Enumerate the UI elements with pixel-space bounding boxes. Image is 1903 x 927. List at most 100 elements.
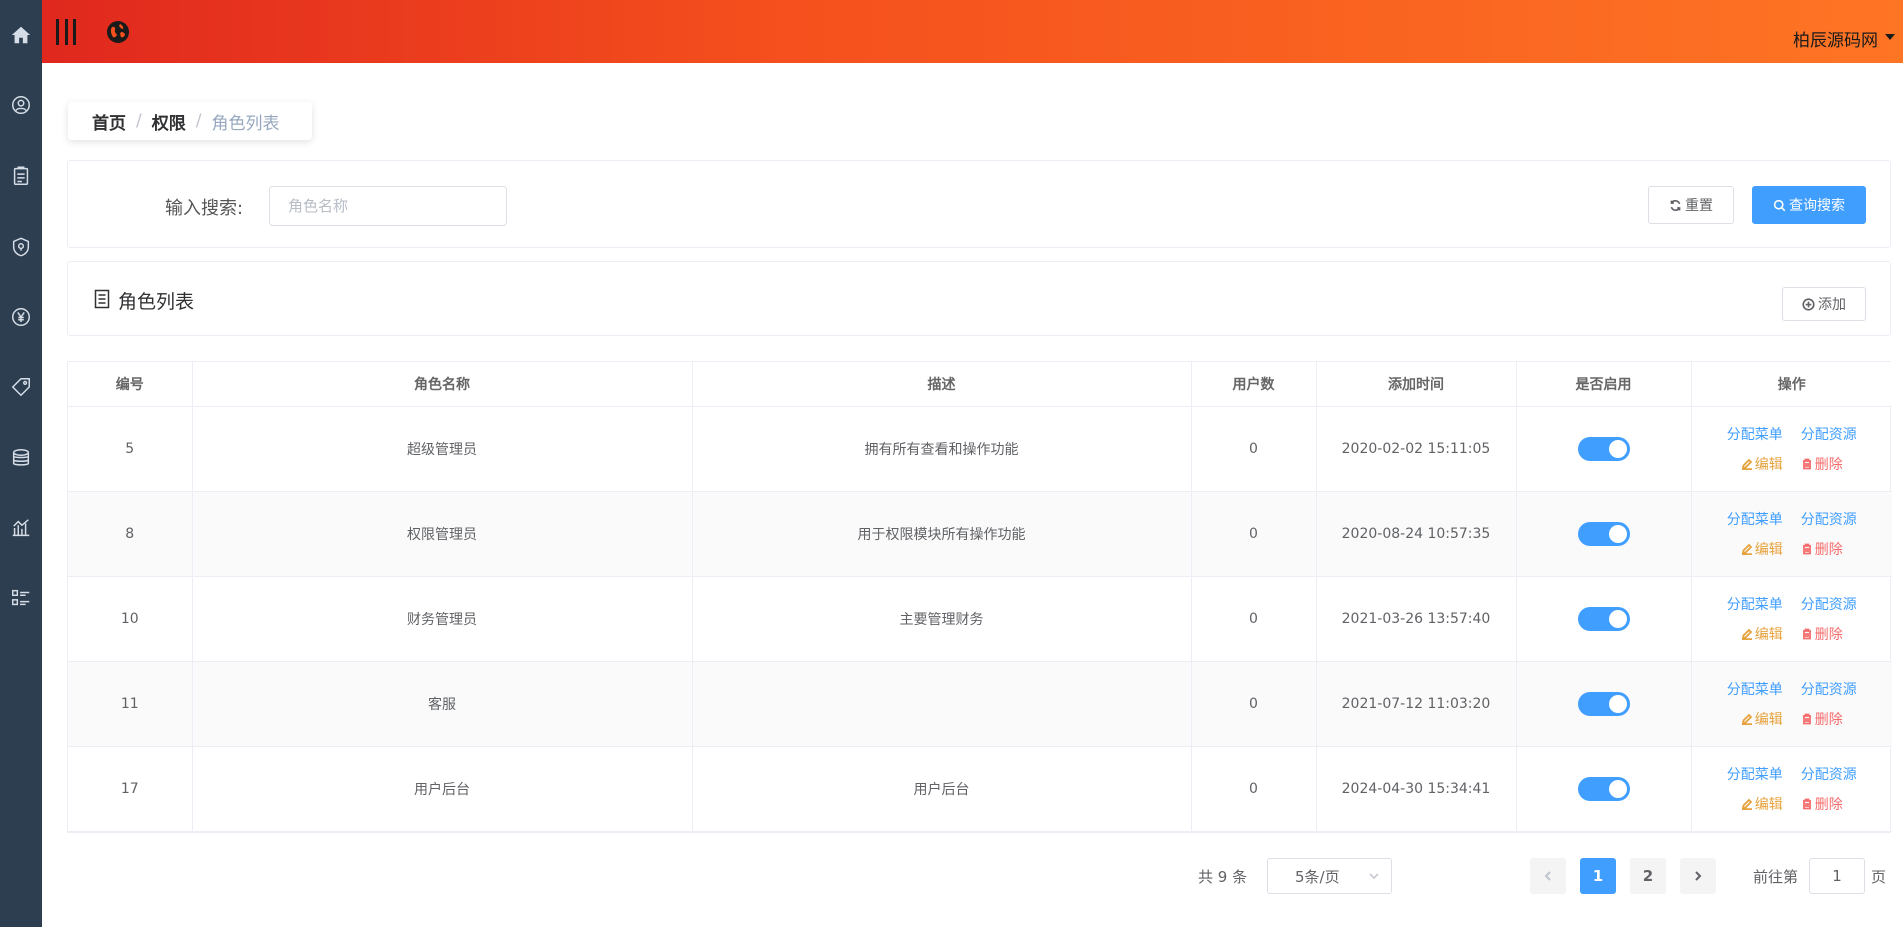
edit-link[interactable]: 编辑: [1741, 539, 1783, 559]
clipboard-icon[interactable]: [0, 161, 42, 191]
cell-description: 用户后台: [692, 746, 1192, 832]
table-row: 10 财务管理员 主要管理财务 0 2021-03-26 13:57:40 分配菜单 分配资…: [68, 576, 1892, 662]
assign-menu-link[interactable]: 分配菜单: [1727, 509, 1783, 529]
caret-down-icon[interactable]: [1885, 34, 1895, 40]
top-header: 柏辰源码网: [42, 0, 1903, 63]
enabled-switch[interactable]: [1577, 691, 1630, 716]
delete-icon: [1802, 543, 1811, 554]
delete-link[interactable]: 删除: [1801, 709, 1843, 729]
edit-icon: [1741, 713, 1753, 725]
yen-icon[interactable]: [0, 302, 42, 332]
add-button-label: 添加: [1818, 297, 1846, 313]
page-size-select[interactable]: 5条/页: [1267, 858, 1392, 894]
column-header: 角色名称: [192, 362, 693, 407]
delete-link[interactable]: 删除: [1801, 794, 1843, 814]
shield-icon[interactable]: [0, 232, 42, 262]
user-name[interactable]: 柏辰源码网: [1793, 26, 1878, 51]
switch-knob: [1608, 779, 1627, 798]
cell-enabled: [1516, 491, 1692, 577]
assign-resource-link[interactable]: 分配资源: [1801, 594, 1857, 614]
assign-resource-link[interactable]: 分配资源: [1801, 424, 1857, 444]
cell-created-time: 2021-07-12 11:03:20: [1316, 661, 1517, 747]
breadcrumb: 首页 / 权限 / 角色列表: [68, 102, 312, 140]
cell-actions: 分配菜单 分配资源 编辑 删除: [1691, 491, 1892, 577]
delete-label: 删除: [1814, 711, 1843, 728]
goto-suffix: 页: [1871, 868, 1887, 886]
assign-resource-link[interactable]: 分配资源: [1801, 509, 1857, 529]
delete-link[interactable]: 删除: [1801, 624, 1843, 644]
search-button[interactable]: 查询搜索: [1752, 186, 1866, 224]
breadcrumb-section[interactable]: 权限: [152, 109, 186, 134]
goto-page-input[interactable]: [1809, 858, 1865, 894]
edit-icon: [1741, 798, 1753, 810]
delete-link[interactable]: 删除: [1801, 454, 1843, 474]
refresh-icon: [1670, 199, 1681, 211]
breadcrumb-separator: /: [195, 111, 202, 131]
delete-icon: [1802, 628, 1811, 639]
prev-page-button[interactable]: [1530, 858, 1566, 894]
cell-id: 17: [68, 746, 193, 832]
edit-link[interactable]: 编辑: [1741, 624, 1783, 644]
user-circle-icon[interactable]: [0, 90, 42, 120]
add-button[interactable]: 添加: [1782, 287, 1866, 321]
search-label: 输入搜索:: [165, 198, 244, 219]
assign-resource-link[interactable]: 分配资源: [1801, 764, 1857, 784]
enabled-switch[interactable]: [1577, 776, 1630, 801]
cell-actions: 分配菜单 分配资源编辑 删除: [1691, 661, 1892, 747]
cell-description: 拥有所有查看和操作功能: [692, 406, 1192, 492]
assign-menu-link[interactable]: 分配菜单: [1727, 594, 1783, 614]
list-title: 角色列表: [118, 291, 195, 313]
chevron-right-icon: [1695, 871, 1702, 881]
assign-menu-link[interactable]: 分配菜单: [1727, 424, 1783, 444]
assign-resource-link[interactable]: 分配资源: [1801, 679, 1857, 699]
home-icon[interactable]: [0, 20, 42, 50]
cell-enabled: [1516, 576, 1692, 662]
database-icon[interactable]: [0, 443, 42, 473]
cell-role-name: 用户后台: [192, 746, 693, 832]
edit-link[interactable]: 编辑: [1741, 794, 1783, 814]
cell-description: 主要管理财务: [692, 576, 1192, 662]
delete-label: 删除: [1814, 541, 1843, 558]
tag-icon[interactable]: [0, 372, 42, 402]
cell-role-name: 权限管理员: [192, 491, 693, 577]
goto-label: 前往第: [1753, 868, 1799, 886]
list-icon[interactable]: [0, 583, 42, 613]
assign-menu-link[interactable]: 分配菜单: [1727, 679, 1783, 699]
next-page-button[interactable]: [1680, 858, 1716, 894]
cell-id: 5: [68, 406, 193, 492]
delete-link[interactable]: 删除: [1801, 539, 1843, 559]
column-header: 添加时间: [1316, 362, 1517, 407]
plus-circle-icon: [1802, 297, 1815, 311]
sidebar: [0, 0, 42, 927]
search-input[interactable]: [269, 186, 507, 226]
cell-actions: 分配菜单 分配资源编辑 删除: [1691, 406, 1892, 492]
edit-link[interactable]: 编辑: [1741, 709, 1783, 729]
cell-user-count: 0: [1191, 576, 1317, 662]
cell-created-time: 2020-08-24 10:57:35: [1316, 491, 1517, 577]
edit-label: 编辑: [1754, 711, 1783, 728]
page-button-1[interactable]: 1: [1580, 858, 1616, 894]
enabled-switch[interactable]: [1577, 606, 1630, 631]
edit-link[interactable]: 编辑: [1741, 454, 1783, 474]
chart-icon[interactable]: [0, 513, 42, 543]
delete-label: 删除: [1814, 626, 1843, 643]
delete-label: 删除: [1814, 456, 1843, 473]
breadcrumb-home[interactable]: 首页: [92, 109, 126, 134]
globe-icon[interactable]: [104, 18, 132, 46]
assign-menu-link[interactable]: 分配菜单: [1727, 764, 1783, 784]
reset-button[interactable]: 重置: [1648, 186, 1734, 224]
edit-label: 编辑: [1754, 456, 1783, 473]
menu-toggle-icon[interactable]: [56, 19, 76, 45]
cell-enabled: [1516, 661, 1692, 747]
role-table: 编号 角色名称 描述 用户数 添加时间 是否启用 操作 5 超级管理员 拥有所有查看…: [67, 361, 1892, 833]
edit-label: 编辑: [1754, 626, 1783, 643]
enabled-switch[interactable]: [1577, 436, 1630, 461]
page-button-2[interactable]: 2: [1630, 858, 1666, 894]
switch-knob: [1608, 609, 1627, 628]
cell-created-time: 2024-04-30 15:34:41: [1316, 746, 1517, 832]
search-card: 输入搜索: 重置 查询搜索: [67, 160, 1891, 248]
cell-role-name: 财务管理员: [192, 576, 693, 662]
enabled-switch[interactable]: [1577, 521, 1630, 546]
search-button-label: 查询搜索: [1789, 198, 1845, 214]
column-header: 是否启用: [1516, 362, 1692, 407]
